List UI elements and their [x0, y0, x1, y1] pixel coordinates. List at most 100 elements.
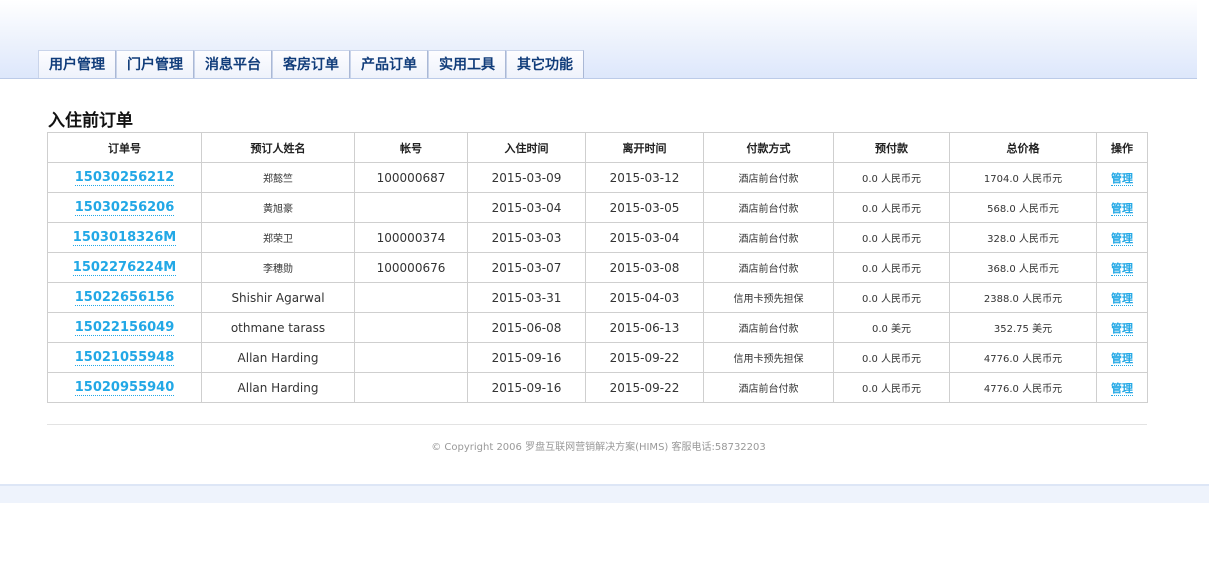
- nav-utility-tools[interactable]: 实用工具: [428, 50, 506, 78]
- page-title: 入住前订单: [48, 111, 133, 131]
- col-checkin-date-cell: 2015-03-31: [467, 282, 586, 313]
- col-checkout-date-cell: 2015-09-22: [585, 372, 704, 403]
- order-number-link[interactable]: 15022156049: [74, 320, 175, 336]
- order-number-link[interactable]: 15022656156: [74, 290, 175, 306]
- col-total-price-cell: 4776.0 人民币元: [949, 372, 1097, 403]
- col-actions-cell: 管理: [1096, 372, 1148, 403]
- col-checkin-date-cell: 2015-03-04: [467, 192, 586, 223]
- col-actions-cell: 管理: [1096, 222, 1148, 253]
- col-total-price-cell: 2388.0 人民币元: [949, 282, 1097, 313]
- manage-link[interactable]: 管理: [1111, 231, 1133, 246]
- col-prepayment-cell: 0.0 人民币元: [833, 372, 950, 403]
- col-total-price-header: 总价格: [949, 132, 1097, 163]
- col-checkout-date-cell: 2015-03-08: [585, 252, 704, 283]
- col-account-cell: [354, 312, 468, 343]
- col-account-cell: [354, 282, 468, 313]
- col-order-number-cell: 1503018326M: [47, 222, 202, 253]
- col-payment-method-header: 付款方式: [703, 132, 834, 163]
- manage-link[interactable]: 管理: [1111, 201, 1133, 216]
- table-row: 15021055948 Allan Harding 2015-09-16 2015-0…: [47, 342, 1148, 373]
- col-checkout-date-cell: 2015-09-22: [585, 342, 704, 373]
- col-prepayment-cell: 0.0 人民币元: [833, 222, 950, 253]
- order-number-link[interactable]: 15030256206: [74, 200, 175, 216]
- col-order-number-cell: 15022156049: [47, 312, 202, 343]
- nav-message-platform[interactable]: 消息平台: [194, 50, 272, 78]
- col-total-price-cell: 328.0 人民币元: [949, 222, 1097, 253]
- col-booker-name-cell: Allan Harding: [201, 342, 355, 373]
- col-total-price-cell: 368.0 人民币元: [949, 252, 1097, 283]
- col-actions-cell: 管理: [1096, 282, 1148, 313]
- col-order-number-cell: 15020955940: [47, 372, 202, 403]
- nav-product-orders[interactable]: 产品订单: [350, 50, 428, 78]
- manage-link[interactable]: 管理: [1111, 351, 1133, 366]
- col-booker-name-cell: 李穗勋: [201, 252, 355, 283]
- orders-table: 订单号 预订人姓名 帐号 入住时间 离开时间 付款方式 预付款 总价格 操作 150302562…: [47, 132, 1148, 403]
- col-actions-header: 操作: [1096, 132, 1148, 163]
- nav-other-functions[interactable]: 其它功能: [506, 50, 584, 78]
- col-actions-cell: 管理: [1096, 342, 1148, 373]
- top-nav: 用户管理 门户管理 消息平台 客房订单 产品订单 实用工具 其它功能: [38, 50, 584, 78]
- order-number-link[interactable]: 1502276224M: [72, 260, 177, 276]
- order-number-link[interactable]: 15030256212: [74, 170, 175, 186]
- col-actions-cell: 管理: [1096, 162, 1148, 193]
- col-booker-name-cell: Allan Harding: [201, 372, 355, 403]
- col-checkin-date-cell: 2015-09-16: [467, 372, 586, 403]
- col-prepayment-cell: 0.0 人民币元: [833, 342, 950, 373]
- col-checkout-date-cell: 2015-04-03: [585, 282, 704, 313]
- col-account-cell: [354, 192, 468, 223]
- table-body: 15030256212 郑懿竺 100000687 2015-03-09 2015-03…: [47, 162, 1148, 403]
- col-booker-name-cell: Shishir Agarwal: [201, 282, 355, 313]
- col-checkout-date-cell: 2015-03-04: [585, 222, 704, 253]
- nav-room-orders[interactable]: 客房订单: [272, 50, 350, 78]
- col-prepayment-cell: 0.0 人民币元: [833, 252, 950, 283]
- col-total-price-cell: 352.75 美元: [949, 312, 1097, 343]
- order-number-link[interactable]: 15021055948: [74, 350, 175, 366]
- col-total-price-cell: 1704.0 人民币元: [949, 162, 1097, 193]
- table-row: 15022156049 othmane tarass 2015-06-08 2015-…: [47, 312, 1148, 343]
- col-total-price-cell: 568.0 人民币元: [949, 192, 1097, 223]
- col-booker-name-cell: 郑懿竺: [201, 162, 355, 193]
- col-prepayment-cell: 0.0 人民币元: [833, 162, 950, 193]
- col-payment-method-cell: 酒店前台付款: [703, 252, 834, 283]
- col-checkin-date-cell: 2015-03-07: [467, 252, 586, 283]
- footer-band: [0, 484, 1209, 503]
- order-number-link[interactable]: 15020955940: [74, 380, 175, 396]
- manage-link[interactable]: 管理: [1111, 321, 1133, 336]
- col-booker-name-cell: 黄旭豪: [201, 192, 355, 223]
- col-payment-method-cell: 信用卡预先担保: [703, 342, 834, 373]
- col-order-number-cell: 15021055948: [47, 342, 202, 373]
- table-row: 15020955940 Allan Harding 2015-09-16 2015-0…: [47, 372, 1148, 403]
- col-payment-method-cell: 酒店前台付款: [703, 222, 834, 253]
- col-payment-method-cell: 酒店前台付款: [703, 192, 834, 223]
- manage-link[interactable]: 管理: [1111, 291, 1133, 306]
- table-row: 15022656156 Shishir Agarwal 2015-03-31 2015…: [47, 282, 1148, 313]
- col-actions-cell: 管理: [1096, 252, 1148, 283]
- nav-user-management[interactable]: 用户管理: [38, 50, 116, 78]
- col-checkout-date-cell: 2015-03-12: [585, 162, 704, 193]
- col-account-cell: 100000687: [354, 162, 468, 193]
- footer-divider: [47, 424, 1147, 425]
- col-checkin-date-header: 入住时间: [467, 132, 586, 163]
- table-row: 15030256212 郑懿竺 100000687 2015-03-09 2015-03…: [47, 162, 1148, 193]
- manage-link[interactable]: 管理: [1111, 261, 1133, 276]
- manage-link[interactable]: 管理: [1111, 381, 1133, 396]
- header-banner: 用户管理 门户管理 消息平台 客房订单 产品订单 实用工具 其它功能: [0, 0, 1197, 79]
- col-account-cell: [354, 372, 468, 403]
- col-account-cell: 100000676: [354, 252, 468, 283]
- col-payment-method-cell: 酒店前台付款: [703, 162, 834, 193]
- table-row: 15030256206 黄旭豪 2015-03-04 2015-03-05 酒店前台付款…: [47, 192, 1148, 223]
- col-prepayment-cell: 0.0 人民币元: [833, 282, 950, 313]
- nav-portal-management[interactable]: 门户管理: [116, 50, 194, 78]
- col-order-number-cell: 15022656156: [47, 282, 202, 313]
- col-checkin-date-cell: 2015-03-03: [467, 222, 586, 253]
- col-account-cell: [354, 342, 468, 373]
- col-payment-method-cell: 信用卡预先担保: [703, 282, 834, 313]
- order-number-link[interactable]: 1503018326M: [72, 230, 177, 246]
- col-checkin-date-cell: 2015-09-16: [467, 342, 586, 373]
- col-booker-name-cell: 郑荣卫: [201, 222, 355, 253]
- col-account-header: 帐号: [354, 132, 468, 163]
- col-account-cell: 100000374: [354, 222, 468, 253]
- table-header-row: 订单号 预订人姓名 帐号 入住时间 离开时间 付款方式 预付款 总价格 操作: [47, 132, 1148, 163]
- manage-link[interactable]: 管理: [1111, 171, 1133, 186]
- col-total-price-cell: 4776.0 人民币元: [949, 342, 1097, 373]
